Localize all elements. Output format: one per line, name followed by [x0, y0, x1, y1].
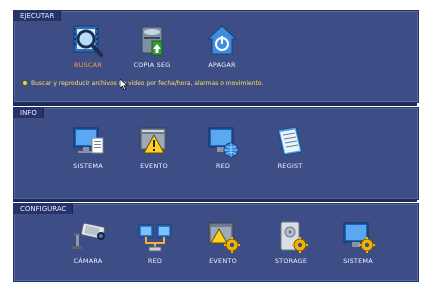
menu-item-config-evento[interactable]: EVENTO	[193, 219, 253, 265]
menu-item-label: REGIST	[277, 162, 303, 170]
menu-item-info-sistema[interactable]: SISTEMA	[58, 124, 118, 170]
hint-text: Buscar y reproducir archivos de video po…	[31, 80, 264, 87]
network-globe-icon	[203, 124, 243, 160]
menu-item-info-red[interactable]: RED	[193, 124, 253, 170]
section-title: INFO	[14, 108, 44, 118]
menu-item-copia-seg[interactable]: COPIA SEG	[122, 23, 182, 69]
menu-item-label: SISTEMA	[73, 162, 103, 170]
section-divider	[13, 199, 417, 202]
menu-item-label: APAGAR	[208, 61, 236, 69]
menu-item-apagar[interactable]: APAGAR	[192, 23, 252, 69]
backup-icon	[132, 23, 172, 59]
menu-item-config-red[interactable]: RED	[125, 219, 185, 265]
section-title: EJECUTAR	[14, 11, 62, 21]
menu-item-label: RED	[147, 257, 163, 265]
system-monitor-icon	[68, 124, 108, 160]
storage-config-icon	[271, 219, 311, 255]
menu-item-buscar[interactable]: BUSCAR	[58, 23, 118, 69]
network-config-icon	[135, 219, 175, 255]
menu-item-camara[interactable]: CÁMARA	[58, 219, 118, 265]
system-config-icon	[338, 219, 378, 255]
menu-item-label: BUSCAR	[73, 61, 103, 69]
menu-item-label: CÁMARA	[73, 257, 103, 265]
section-divider	[13, 103, 417, 106]
shutdown-icon	[202, 23, 242, 59]
section-title: CONFIGURAC	[14, 204, 74, 214]
hint-bullet-icon	[23, 81, 27, 85]
menu-item-info-evento[interactable]: EVENTO	[124, 124, 184, 170]
menu-item-config-sistema[interactable]: SISTEMA	[328, 219, 388, 265]
camera-icon	[68, 219, 108, 255]
menu-item-label: EVENTO	[140, 162, 168, 170]
menu-item-label: EVENTO	[209, 257, 237, 265]
main-menu: EJECUTAR BUSCAR COPIA SEG APAGAR Buscar …	[0, 0, 427, 284]
search-film-icon	[68, 23, 108, 59]
menu-item-label: RED	[215, 162, 231, 170]
event-warning-icon	[134, 124, 174, 160]
menu-item-label: STORAGE	[274, 257, 308, 265]
help-hint: Buscar y reproducir archivos de video po…	[23, 80, 264, 87]
log-document-icon	[270, 124, 310, 160]
event-config-icon	[203, 219, 243, 255]
menu-item-label: COPIA SEG	[133, 61, 171, 69]
menu-item-label: SISTEMA	[343, 257, 373, 265]
menu-item-storage[interactable]: STORAGE	[261, 219, 321, 265]
menu-item-info-regist[interactable]: REGIST	[260, 124, 320, 170]
